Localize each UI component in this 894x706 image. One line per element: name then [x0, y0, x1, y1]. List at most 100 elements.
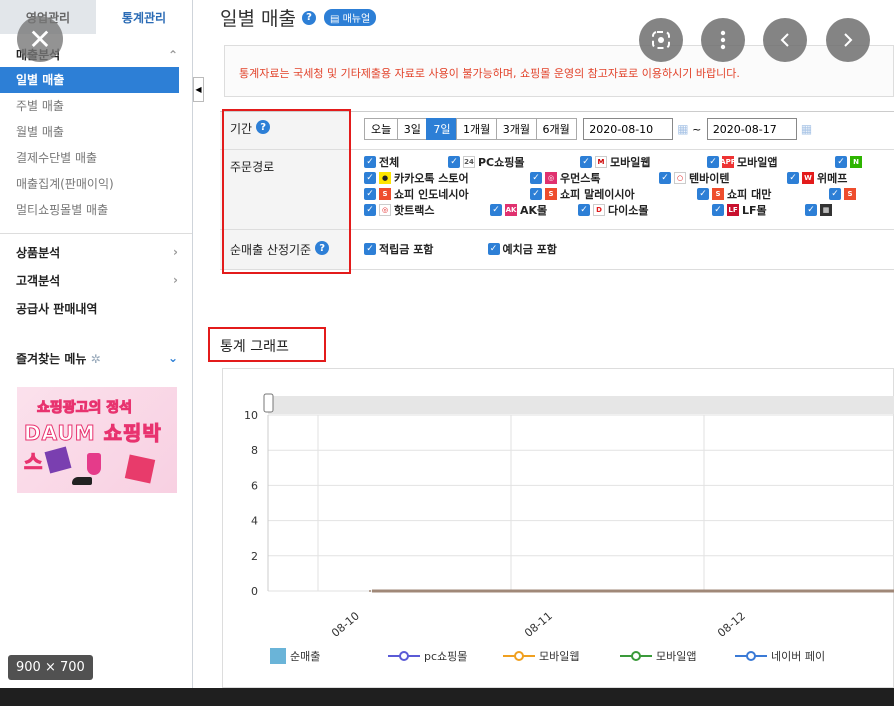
date-from-input[interactable]: 2020-08-10	[583, 118, 674, 140]
include-deposit-checkbox[interactable]: ✓ 예치금 포함	[487, 241, 557, 257]
channel-pc-checkbox[interactable]: ✓ 24 PC쇼핑몰	[448, 154, 580, 170]
legend-marker	[631, 651, 641, 661]
legend-label: 모바일앱	[656, 649, 696, 663]
chevron-down-icon: ⌄	[167, 351, 178, 365]
channel-mobileapp-checkbox[interactable]: ✓ APP 모바일앱	[707, 154, 835, 170]
sidebar-section-supplier[interactable]: 공급사 판매내역	[0, 294, 192, 322]
period-7days-button[interactable]: 7일	[426, 118, 458, 140]
channel-10x10-checkbox[interactable]: ✓ ○ 텐바이텐	[659, 170, 787, 186]
check-icon: ✓	[829, 188, 841, 200]
ad-banner[interactable]: 쇼핑광고의 정석 DAUM 쇼핑박스	[17, 387, 177, 493]
data-point	[562, 590, 564, 592]
channel-shopee-my-checkbox[interactable]: ✓ S 쇼피 말레이시아	[530, 186, 697, 202]
page-title: 일별 매출 ? ▤ 매뉴얼	[220, 4, 377, 31]
period-3months-button[interactable]: 3개월	[495, 118, 537, 140]
image-dimensions-badge: 900 × 700	[8, 655, 93, 680]
tenbyten-icon: ○	[674, 172, 686, 184]
sidebar-item-payment-sales[interactable]: 결제수단별 매출	[0, 145, 192, 171]
date-to-input[interactable]: 2020-08-17	[706, 118, 797, 140]
check-icon: ✓	[364, 204, 376, 216]
channel-extra2-checkbox[interactable]: ✓ ▦	[805, 204, 832, 216]
data-point	[755, 590, 757, 592]
check-icon: ✓	[712, 204, 724, 216]
check-icon: ✓	[530, 172, 542, 184]
channel-daiso-checkbox[interactable]: ✓ D 다이소몰	[578, 202, 712, 218]
period-6months-button[interactable]: 6개월	[535, 118, 577, 140]
channel-mobileweb-checkbox[interactable]: ✓ M 모바일웹	[580, 154, 707, 170]
app-icon: APP	[720, 156, 736, 168]
legend-swatch	[270, 648, 286, 664]
y-tick-label: 4	[251, 515, 258, 528]
sidebar-collapse-button[interactable]: ◀	[193, 77, 204, 102]
shopee-icon: S	[545, 188, 557, 200]
calendar-icon[interactable]: ▦	[677, 122, 688, 136]
sidebar-item-daily-sales[interactable]: 일별 매출	[0, 67, 179, 93]
channel-wemakeprice-checkbox[interactable]: ✓ W 위메프	[787, 170, 847, 186]
channel-extra-checkbox[interactable]: ✓ S	[829, 188, 856, 200]
channel-all-checkbox[interactable]: ✓ 전체	[364, 154, 448, 170]
channel-hottracks-checkbox[interactable]: ✓ ◎ 핫트랙스	[364, 202, 490, 218]
store-icon: ▦	[820, 204, 832, 216]
legend-marker	[399, 651, 409, 661]
favorites-menu[interactable]: 즐겨찾는 메뉴 ✲ ⌄	[0, 344, 192, 372]
section-label: 상품분석	[16, 245, 61, 260]
data-point	[369, 590, 371, 592]
hottracks-icon: ◎	[379, 204, 391, 216]
calendar-icon[interactable]: ▦	[801, 122, 812, 136]
channel-naver-checkbox[interactable]: ✓ N	[835, 156, 862, 168]
bottom-bar	[0, 688, 894, 706]
favorites-label: 즐겨찾는 메뉴 ✲	[16, 351, 101, 366]
wemakeprice-icon: W	[802, 172, 814, 184]
sidebar-item-weekly-sales[interactable]: 주별 매출	[0, 93, 192, 119]
dress-icon	[87, 453, 101, 475]
period-1month-button[interactable]: 1개월	[456, 118, 498, 140]
lens-search-button[interactable]	[639, 18, 683, 62]
y-tick-label: 2	[251, 550, 258, 563]
channel-shopee-tw-checkbox[interactable]: ✓ S 쇼피 대만	[697, 186, 829, 202]
sidebar-item-monthly-sales[interactable]: 월별 매출	[0, 119, 192, 145]
period-3days-button[interactable]: 3일	[396, 118, 428, 140]
section-label: 공급사 판매내역	[16, 301, 98, 316]
manual-button[interactable]: ▤ 매뉴얼	[323, 9, 377, 26]
channel-kakao-checkbox[interactable]: ✓ ● 카카오톡 스토어	[364, 170, 530, 186]
more-vertical-icon	[720, 30, 726, 50]
channel-shopee-id-checkbox[interactable]: ✓ S 쇼피 인도네시아	[364, 186, 530, 202]
channel-womanstalk-checkbox[interactable]: ✓ ◎ 우먼스톡	[530, 170, 659, 186]
check-icon: ✓	[578, 204, 590, 216]
help-icon[interactable]: ?	[301, 10, 316, 25]
channel-akmall-checkbox[interactable]: ✓ AK AK몰	[490, 202, 578, 218]
chevron-right-icon	[844, 33, 853, 47]
check-icon: ✓	[835, 156, 847, 168]
previous-button[interactable]	[763, 18, 807, 62]
y-tick-label: 8	[251, 444, 258, 457]
womanstalk-icon: ◎	[545, 172, 557, 184]
close-button[interactable]: ✕	[17, 16, 63, 62]
check-icon: ✓	[448, 156, 460, 168]
next-button[interactable]	[826, 18, 870, 62]
legend-marker	[514, 651, 524, 661]
period-today-button[interactable]: 오늘	[364, 118, 399, 140]
chart-frame	[222, 368, 894, 688]
channel-lfmall-checkbox[interactable]: ✓ LF LF몰	[712, 202, 805, 218]
sidebar-section-customers[interactable]: 고객분석 ›	[0, 266, 192, 294]
chevron-up-icon: ⌃	[167, 47, 178, 62]
daiso-icon: D	[593, 204, 605, 216]
gear-icon: ✲	[90, 351, 101, 366]
sidebar-item-sales-summary[interactable]: 매출집계(판매이익)	[0, 171, 192, 197]
sidebar-section-products[interactable]: 상품분석 ›	[0, 238, 192, 266]
check-icon: ✓	[659, 172, 671, 184]
akmall-icon: AK	[505, 204, 517, 216]
legend-label: 순매출	[290, 650, 320, 663]
period-controls: 오늘 3일 7일 1개월 3개월 6개월 2020-08-10 ▦ ~ 2020-…	[351, 112, 894, 149]
range-selector	[268, 396, 894, 414]
shopee-icon: S	[712, 188, 724, 200]
shopee-icon: S	[379, 188, 391, 200]
sidebar-item-multi-mall-sales[interactable]: 멀티쇼핑몰별 매출	[0, 197, 192, 223]
naver-icon: N	[850, 156, 862, 168]
tab-statistics-management[interactable]: 통계관리	[96, 0, 192, 34]
more-options-button[interactable]	[701, 18, 745, 62]
shopee-icon: S	[844, 188, 856, 200]
section-label: 고객분석	[16, 273, 61, 288]
banner-line1: 쇼핑광고의 정석	[36, 400, 133, 417]
include-points-checkbox[interactable]: ✓ 적립금 포함	[364, 241, 484, 257]
